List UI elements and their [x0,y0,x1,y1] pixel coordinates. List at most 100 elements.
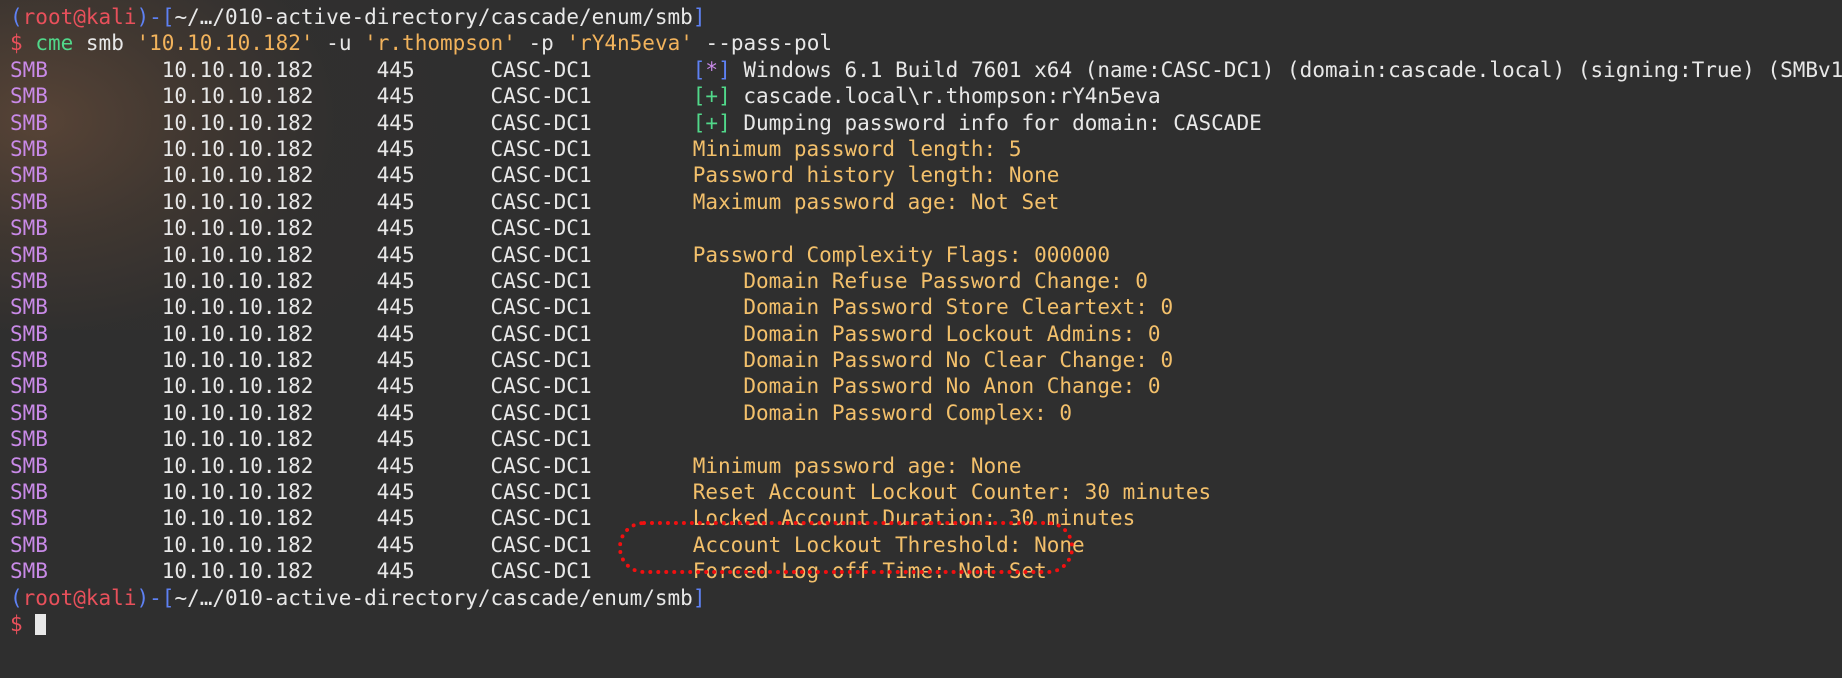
output-message: Windows 6.1 Build 7601 x64 (name:CASC-DC… [743,57,1842,82]
output-hostname: CASC-DC1 [490,559,693,584]
prompt-close-paren: ) [136,585,150,610]
output-port: 445 [376,506,491,531]
output-message: Minimum password length: 5 [692,136,1022,161]
output-hostname: CASC-DC1 [490,136,693,161]
output-tag-bracket-open: [ [692,84,706,109]
output-port: 445 [376,321,491,346]
output-hostname: CASC-DC1 [490,295,693,320]
output-port: 445 [376,559,491,584]
prompt-path: ~/…/010-active-directory/cascade/enum/sm… [174,585,693,610]
prompt-open-paren: ( [10,5,23,29]
output-line: SMB 10.10.10.182 445 CASC-DC1 Password C… [10,242,1842,268]
output-port: 445 [376,453,491,478]
text-cursor[interactable] [35,613,47,635]
output-host-ip: 10.10.10.182 [161,295,377,320]
output-message: Forced Log off Time: Not Set [692,559,1047,584]
output-host-ip: 10.10.10.182 [161,268,377,293]
output-line: SMB 10.10.10.182 445 CASC-DC1 Domain Pas… [10,321,1842,347]
output-protocol: SMB [10,480,162,505]
output-tag-symbol: * [705,57,719,82]
command-subcommand: smb [85,31,124,56]
output-tag-bracket-open: [ [692,110,706,135]
output-message: Domain Password Store Cleartext: 0 [692,295,1174,320]
prompt-close-bracket: ] [692,585,706,610]
prompt-host: kali [85,5,137,29]
output-message: Account Lockout Threshold: None [692,532,1085,557]
output-protocol: SMB [10,374,162,399]
input-line[interactable]: $ [10,611,1842,637]
output-host-ip: 10.10.10.182 [161,559,377,584]
output-protocol: SMB [10,295,162,320]
output-host-ip: 10.10.10.182 [161,480,377,505]
output-port: 445 [376,427,491,452]
output-host-ip: 10.10.10.182 [161,506,377,531]
output-hostname: CASC-DC1 [490,506,693,531]
output-line: SMB 10.10.10.182 445 CASC-DC1 Minimum pa… [10,136,1842,162]
output-host-ip: 10.10.10.182 [161,532,377,557]
output-line: SMB 10.10.10.182 445 CASC-DC1 Domain Pas… [10,373,1842,399]
output-hostname: CASC-DC1 [490,242,693,267]
output-port: 445 [376,163,491,188]
prompt-dash: - [149,585,162,610]
output-host-ip: 10.10.10.182 [161,242,377,267]
output-message: Password Complexity Flags: 000000 [692,242,1110,267]
output-line: SMB 10.10.10.182 445 CASC-DC1 Minimum pa… [10,453,1842,479]
terminal-screen[interactable]: (root@kali)-[~/…/010-active-directory/ca… [0,0,1842,637]
output-host-ip: 10.10.10.182 [161,427,377,452]
prompt-user: root [22,5,74,29]
output-hostname: CASC-DC1 [490,110,693,135]
command-pass-flag: -p [528,31,554,56]
prompt-dollar-symbol: $ [10,31,23,56]
output-tag-bracket-close: ] [718,57,731,82]
prompt-open-paren: ( [10,585,23,610]
command-line[interactable]: $ cme smb '10.10.10.182' -u 'r.thompson'… [10,30,1842,56]
output-port: 445 [376,400,491,425]
output-hostname: CASC-DC1 [490,216,693,241]
output-host-ip: 10.10.10.182 [161,84,377,109]
output-line: SMB 10.10.10.182 445 CASC-DC1 [+] cascad… [10,83,1842,109]
prompt-open-bracket: [ [161,585,175,610]
output-message: Maximum password age: Not Set [692,189,1060,214]
output-message: Password history length: None [692,163,1060,188]
output-line: SMB 10.10.10.182 445 CASC-DC1 Domain Ref… [10,268,1842,294]
output-port: 445 [376,216,491,241]
output-hostname: CASC-DC1 [490,374,693,399]
output-hostname: CASC-DC1 [490,84,693,109]
output-protocol: SMB [10,453,162,478]
output-message: Reset Account Lockout Counter: 30 minute… [692,480,1212,505]
output-protocol: SMB [10,189,162,214]
output-port: 445 [376,84,491,109]
output-line: SMB 10.10.10.182 445 CASC-DC1 Password h… [10,162,1842,188]
output-port: 445 [376,136,491,161]
output-host-ip: 10.10.10.182 [161,136,377,161]
output-protocol: SMB [10,348,162,373]
output-hostname: CASC-DC1 [490,348,693,373]
output-hostname: CASC-DC1 [490,57,693,82]
output-protocol: SMB [10,242,162,267]
output-tag-symbol: + [705,110,719,135]
output-port: 445 [376,374,491,399]
output-hostname: CASC-DC1 [490,480,693,505]
prompt-at-symbol: @ [73,585,86,610]
prompt-dollar-symbol: $ [10,611,23,636]
output-line: SMB 10.10.10.182 445 CASC-DC1 [*] Window… [10,57,1842,83]
output-hostname: CASC-DC1 [490,163,693,188]
output-line-highlighted: SMB 10.10.10.182 445 CASC-DC1 Account Lo… [10,532,1842,558]
output-host-ip: 10.10.10.182 [161,400,377,425]
output-message: Domain Password Complex: 0 [692,400,1073,425]
output-hostname: CASC-DC1 [490,427,693,452]
output-message: Domain Password No Clear Change: 0 [692,348,1174,373]
output-port: 445 [376,348,491,373]
output-protocol: SMB [10,427,162,452]
output-message: Domain Refuse Password Change: 0 [692,268,1148,293]
command-user-flag: -u [326,31,352,56]
prompt-host: kali [85,585,137,610]
output-host-ip: 10.10.10.182 [161,57,377,82]
output-host-ip: 10.10.10.182 [161,348,377,373]
output-tag-bracket-close: ] [718,110,731,135]
output-line: SMB 10.10.10.182 445 CASC-DC1 Maximum pa… [10,189,1842,215]
output-port: 445 [376,532,491,557]
output-protocol: SMB [10,136,162,161]
output-line: SMB 10.10.10.182 445 CASC-DC1 Domain Pas… [10,400,1842,426]
output-port: 445 [376,480,491,505]
